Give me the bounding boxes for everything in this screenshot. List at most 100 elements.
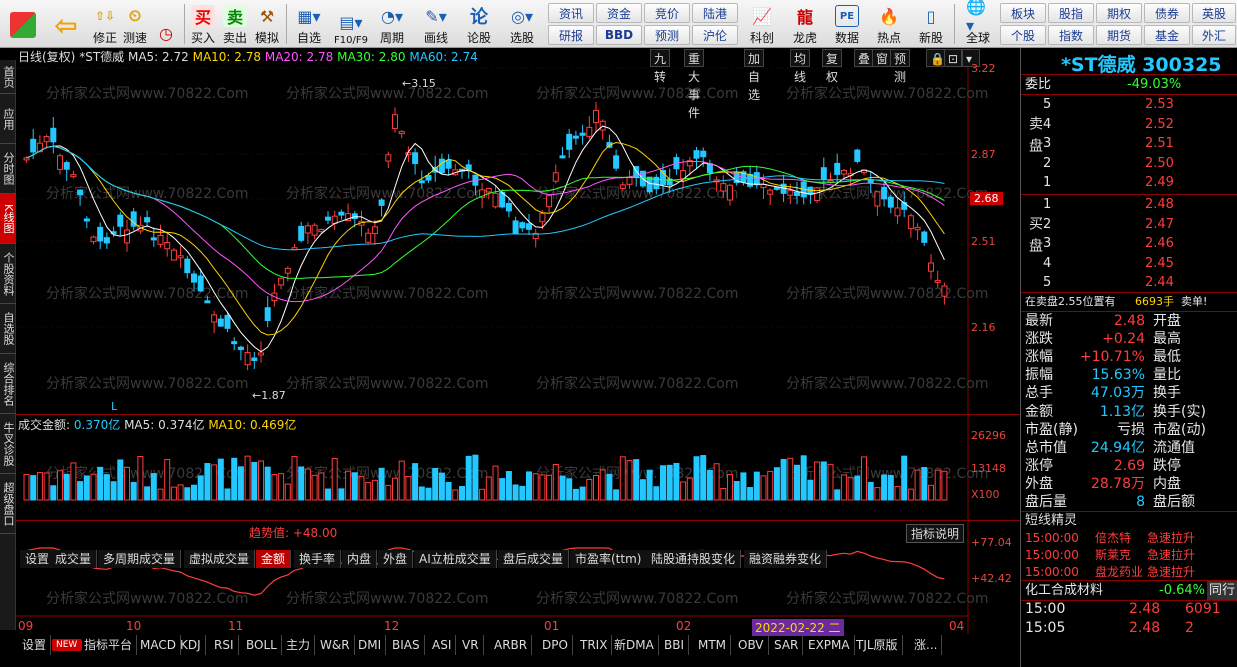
volume-tab[interactable]: 换手率: [294, 550, 342, 568]
hot-button[interactable]: 🔥 热点: [872, 2, 906, 46]
toolbar-forecast-button[interactable]: 预测: [644, 25, 690, 45]
toolbar-futures-button[interactable]: 期货: [1096, 25, 1142, 45]
toolbar-stocks-button[interactable]: 个股: [1000, 25, 1046, 45]
indicator-tab[interactable]: TRIX: [576, 635, 613, 655]
indicator-tab[interactable]: 涨...: [910, 635, 943, 655]
f10-button[interactable]: ▤▾ F10/F9: [330, 2, 372, 47]
indicator-tab[interactable]: BIAS: [388, 635, 425, 655]
volume-tab[interactable]: 金额: [256, 550, 292, 568]
watchlist-button[interactable]: ▦▾ 自选: [292, 2, 326, 46]
indicator-tab[interactable]: BOLL: [242, 635, 282, 655]
toolbar-news-button[interactable]: 资讯: [548, 3, 594, 23]
dragon-tiger-button[interactable]: 龍龙虎: [788, 2, 822, 46]
left-tab-watchlist[interactable]: 自选股: [0, 304, 16, 354]
back-button[interactable]: ⇦: [48, 2, 84, 46]
same-industry-button[interactable]: 同行: [1207, 581, 1237, 600]
indicator-tab[interactable]: VR: [458, 635, 484, 655]
indicator-tab[interactable]: 设置: [18, 635, 52, 655]
toolbar-auction-button[interactable]: 竞价: [644, 3, 690, 23]
left-tab-kline[interactable]: K线图: [0, 194, 16, 244]
volume-tab[interactable]: 融资融券变化: [744, 550, 828, 568]
tool-window[interactable]: 窗: [872, 49, 893, 67]
sell-level-row[interactable]: 3 2.51: [1043, 134, 1233, 153]
indicator-tab[interactable]: ASI: [428, 635, 457, 655]
toolbar-sector-button[interactable]: 板块: [1000, 3, 1046, 23]
volume-tab[interactable]: 外盘: [378, 550, 414, 568]
stock-picker-button[interactable]: ◎▾ 选股: [502, 2, 542, 46]
sell-level-row[interactable]: 1 2.49: [1043, 173, 1233, 192]
indicator-tab[interactable]: 新DMA: [610, 635, 659, 655]
left-tab-ranking[interactable]: 综合排名: [0, 354, 16, 414]
tool-ma[interactable]: 均线: [790, 49, 811, 84]
volume-tab[interactable]: 盘后成交量: [498, 550, 570, 568]
data-button[interactable]: PE 数据: [830, 2, 864, 46]
buy-level-row[interactable]: 2 2.47: [1043, 215, 1233, 234]
indicator-help-button[interactable]: 指标说明: [906, 524, 965, 543]
sell-level-row[interactable]: 4 2.52: [1043, 115, 1233, 134]
speed-test-button[interactable]: ⏲ 测速: [122, 2, 148, 46]
app-logo-icon[interactable]: [8, 2, 38, 46]
volume-tab[interactable]: 市盈率(ttm): [570, 550, 648, 568]
toolbar-hk-connect-button[interactable]: 陆港: [692, 3, 738, 23]
chart-canvas[interactable]: 分析家公式网www.70822.Com 分析家公式网www.70822.Com 分析…: [16, 48, 1020, 634]
modify-button[interactable]: ⇧⇩ 修正: [92, 2, 118, 46]
indicator-tab[interactable]: RSI: [210, 635, 239, 655]
indicator-tab[interactable]: SAR: [770, 635, 804, 655]
simulate-button[interactable]: ⚒ 模拟: [254, 2, 280, 46]
indicator-tab[interactable]: ARBR: [490, 635, 533, 655]
tool-major-events[interactable]: 重大事件: [684, 49, 705, 120]
indicator-tab[interactable]: 主力: [282, 635, 316, 655]
volume-tab[interactable]: 虚拟成交量: [184, 550, 256, 568]
toolbar-bonds-button[interactable]: 债券: [1144, 3, 1190, 23]
indicator-tab[interactable]: OBV: [734, 635, 769, 655]
sell-level-row[interactable]: 5 2.53: [1043, 95, 1233, 114]
indicator-tab[interactable]: TJL原版: [852, 635, 903, 655]
toolbar-bbd-button[interactable]: BBD: [596, 25, 642, 45]
expand-icon[interactable]: ⊡: [944, 49, 963, 67]
buy-level-row[interactable]: 5 2.44: [1043, 273, 1233, 292]
indicator-tab[interactable]: W&R: [316, 635, 355, 655]
left-tab-diagnosis[interactable]: 牛叉诊股: [0, 414, 16, 474]
period-button[interactable]: ◔▾ 周期: [374, 2, 410, 46]
volume-tab[interactable]: 多周期成交量: [98, 550, 182, 568]
forum-button[interactable]: 论论股: [464, 2, 494, 46]
draw-line-button[interactable]: ✎▾ 画线: [418, 2, 454, 46]
new-stock-button[interactable]: ▯ 新股: [914, 2, 948, 46]
tool-nine-turn[interactable]: 九转: [650, 49, 671, 84]
left-tab-apps[interactable]: 应用: [0, 94, 16, 144]
indicator-tab[interactable]: MTM: [694, 635, 732, 655]
buy-level-row[interactable]: 3 2.46: [1043, 234, 1233, 253]
volume-tab[interactable]: AI立桩成交量: [414, 550, 497, 568]
toolbar-indices-button[interactable]: 指数: [1048, 25, 1094, 45]
indicator-tab[interactable]: KDJ: [176, 635, 206, 655]
sell-button[interactable]: 卖卖出: [222, 2, 248, 46]
volume-tab[interactable]: 陆股通持股变化: [646, 550, 742, 568]
star-market-button[interactable]: 📈 科创: [744, 2, 780, 46]
buy-button[interactable]: 买买入: [190, 2, 216, 46]
toolbar-funds-list-button[interactable]: 基金: [1144, 25, 1190, 45]
left-tab-home[interactable]: 首页: [0, 60, 16, 94]
buy-level-row[interactable]: 1 2.48: [1043, 195, 1233, 214]
toolbar-forex-button[interactable]: 外汇: [1192, 25, 1236, 45]
toolbar-index-futures-button[interactable]: 股指: [1048, 3, 1094, 23]
toolbar-shanghai-london-button[interactable]: 沪伦: [692, 25, 738, 45]
volume-tab[interactable]: 内盘: [342, 550, 378, 568]
global-button[interactable]: 🌐▾ 全球: [958, 0, 998, 46]
indicator-tab[interactable]: 指标平台: [80, 635, 138, 655]
sector-row[interactable]: 化工合成材料 -0.64% 同行: [1025, 581, 1237, 600]
tool-forecast[interactable]: 预测: [890, 49, 911, 84]
left-tab-super-orderbook[interactable]: 超级盘口: [0, 474, 16, 534]
toolbar-options-button[interactable]: 期权: [1096, 3, 1142, 23]
indicator-tab[interactable]: NEW: [52, 639, 83, 651]
tool-overlay[interactable]: 叠: [854, 49, 875, 67]
left-tab-timeshare[interactable]: 分时图: [0, 144, 16, 194]
toolbar-uk-stocks-button[interactable]: 英股: [1192, 3, 1236, 23]
toolbar-funds-button[interactable]: 资金: [596, 3, 642, 23]
toolbar-research-button[interactable]: 研报: [548, 25, 594, 45]
tool-add-watchlist[interactable]: 加自选: [744, 49, 765, 102]
tool-adjust[interactable]: 复权: [822, 49, 843, 84]
buy-level-row[interactable]: 4 2.45: [1043, 254, 1233, 273]
volume-tab[interactable]: 成交量: [50, 550, 98, 568]
timer-button[interactable]: ◷: [154, 2, 178, 46]
indicator-tab[interactable]: BBI: [660, 635, 690, 655]
